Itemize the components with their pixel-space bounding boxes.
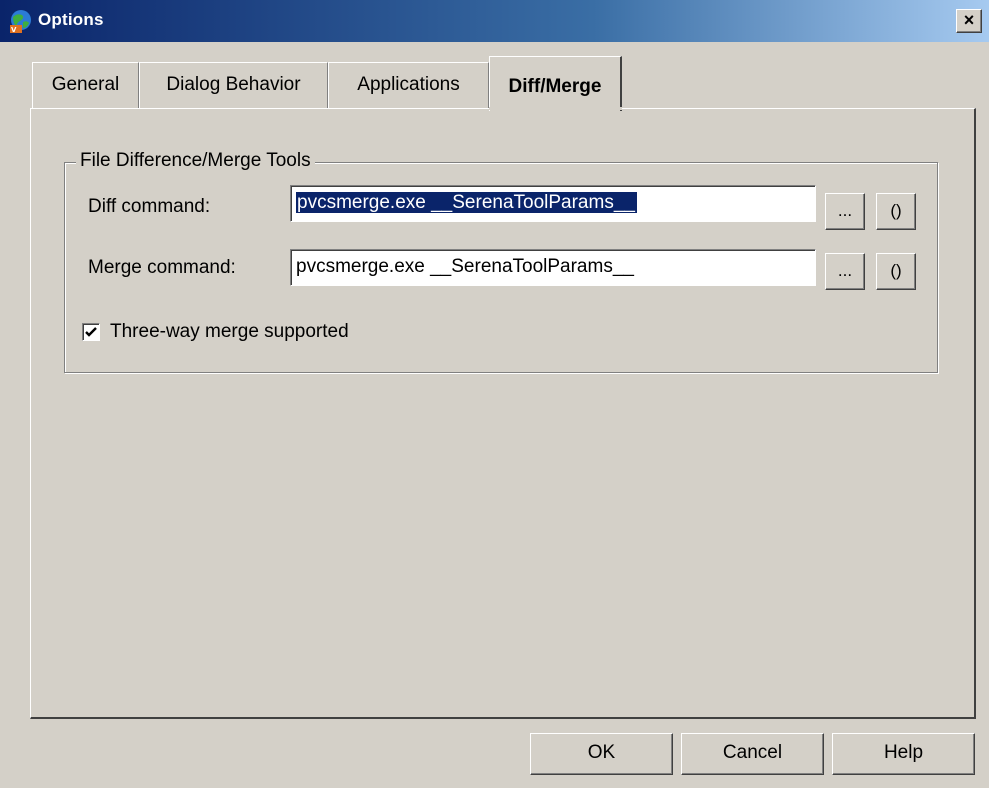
- three-way-merge-label[interactable]: Three-way merge supported: [110, 321, 349, 343]
- active-tab-joint: [489, 107, 622, 110]
- options-dialog: V Options × General Dialog Behavior Appl…: [0, 0, 989, 788]
- tab-applications[interactable]: Applications: [328, 62, 489, 108]
- cancel-button[interactable]: Cancel: [681, 733, 824, 775]
- tab-dialog-behavior[interactable]: Dialog Behavior: [139, 62, 328, 108]
- diff-command-label: Diff command:: [88, 196, 211, 217]
- tab-label: General: [51, 74, 120, 95]
- checkmark-icon: [85, 327, 97, 337]
- tab-label: Diff/Merge: [508, 76, 602, 97]
- tab-label: Dialog Behavior: [166, 74, 301, 95]
- cancel-label: Cancel: [722, 742, 783, 763]
- browse-label: ...: [837, 261, 853, 280]
- tab-diff-merge[interactable]: Diff/Merge: [489, 56, 622, 111]
- title-bar[interactable]: V Options ×: [0, 0, 989, 42]
- close-button[interactable]: ×: [956, 9, 982, 33]
- close-icon: ×: [963, 10, 975, 30]
- tab-label: Applications: [357, 74, 460, 95]
- tab-general[interactable]: General: [32, 62, 139, 108]
- merge-browse-button[interactable]: ...: [825, 253, 865, 290]
- merge-command-input[interactable]: pvcsmerge.exe __SerenaToolParams__: [290, 249, 816, 286]
- diff-command-input[interactable]: pvcsmerge.exe __SerenaToolParams__: [290, 185, 816, 222]
- diff-command-value: pvcsmerge.exe __SerenaToolParams__: [296, 192, 637, 213]
- merge-params-button[interactable]: (): [876, 253, 916, 290]
- merge-command-value: pvcsmerge.exe __SerenaToolParams__: [296, 256, 634, 277]
- help-button[interactable]: Help: [832, 733, 975, 775]
- params-label: (): [890, 201, 902, 220]
- app-globe-icon: V: [10, 10, 31, 34]
- diff-browse-button[interactable]: ...: [825, 193, 865, 230]
- groupbox-legend: File Difference/Merge Tools: [76, 150, 315, 172]
- merge-command-label: Merge command:: [88, 257, 236, 278]
- help-label: Help: [883, 742, 924, 763]
- ok-button[interactable]: OK: [530, 733, 673, 775]
- browse-label: ...: [837, 201, 853, 220]
- params-label: (): [890, 261, 902, 280]
- diff-params-button[interactable]: (): [876, 193, 916, 230]
- window-title: Options: [38, 10, 104, 29]
- svg-text:V: V: [11, 26, 17, 34]
- three-way-merge-checkbox[interactable]: [82, 323, 100, 341]
- ok-label: OK: [587, 742, 616, 763]
